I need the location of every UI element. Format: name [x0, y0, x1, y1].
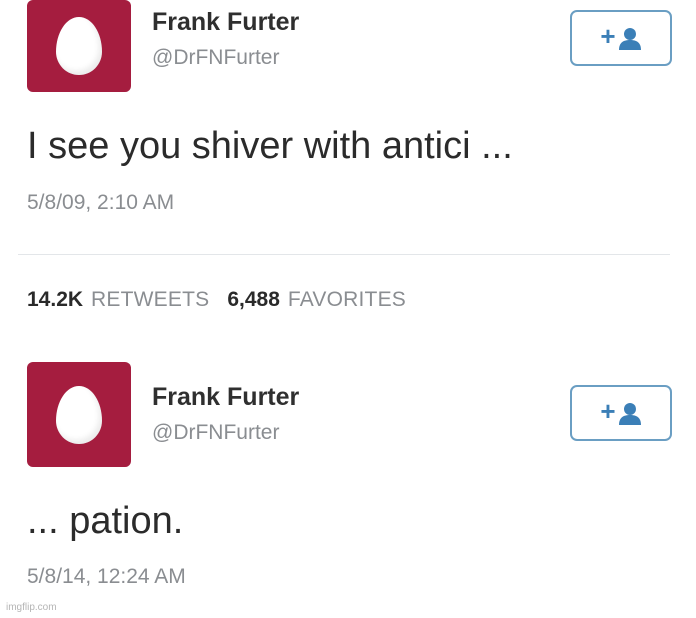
tweet-timestamp[interactable]: 5/8/09, 2:10 AM	[27, 191, 174, 215]
tweet-stats: 14.2K RETWEETS 6,488 FAVORITES	[27, 288, 424, 312]
add-user-icon: +	[600, 398, 641, 425]
egg-icon	[56, 17, 102, 75]
egg-icon	[56, 385, 102, 444]
favorites-count[interactable]: 6,488	[227, 288, 280, 312]
tweet-timestamp[interactable]: 5/8/14, 12:24 AM	[27, 565, 186, 589]
follow-button[interactable]: +	[570, 385, 672, 441]
favorites-label[interactable]: FAVORITES	[288, 288, 406, 312]
user-handle[interactable]: @DrFNFurter	[152, 421, 279, 445]
divider	[18, 254, 670, 255]
tweet-text: ... pation.	[27, 500, 184, 542]
tweet-text: I see you shiver with antici ...	[27, 125, 513, 167]
user-name[interactable]: Frank Furter	[152, 383, 299, 412]
tweet-2: Frank Furter @DrFNFurter + ... pation. 5…	[0, 358, 696, 598]
avatar[interactable]	[27, 0, 131, 92]
retweets-label[interactable]: RETWEETS	[91, 288, 209, 312]
tweet-1: Frank Furter @DrFNFurter + I see you shi…	[0, 0, 696, 255]
follow-button[interactable]: +	[570, 10, 672, 66]
user-name[interactable]: Frank Furter	[152, 8, 299, 37]
watermark: imgflip.com	[6, 602, 57, 613]
retweets-count[interactable]: 14.2K	[27, 288, 83, 312]
add-user-icon: +	[600, 23, 641, 50]
avatar[interactable]	[27, 362, 131, 467]
user-handle[interactable]: @DrFNFurter	[152, 46, 279, 70]
